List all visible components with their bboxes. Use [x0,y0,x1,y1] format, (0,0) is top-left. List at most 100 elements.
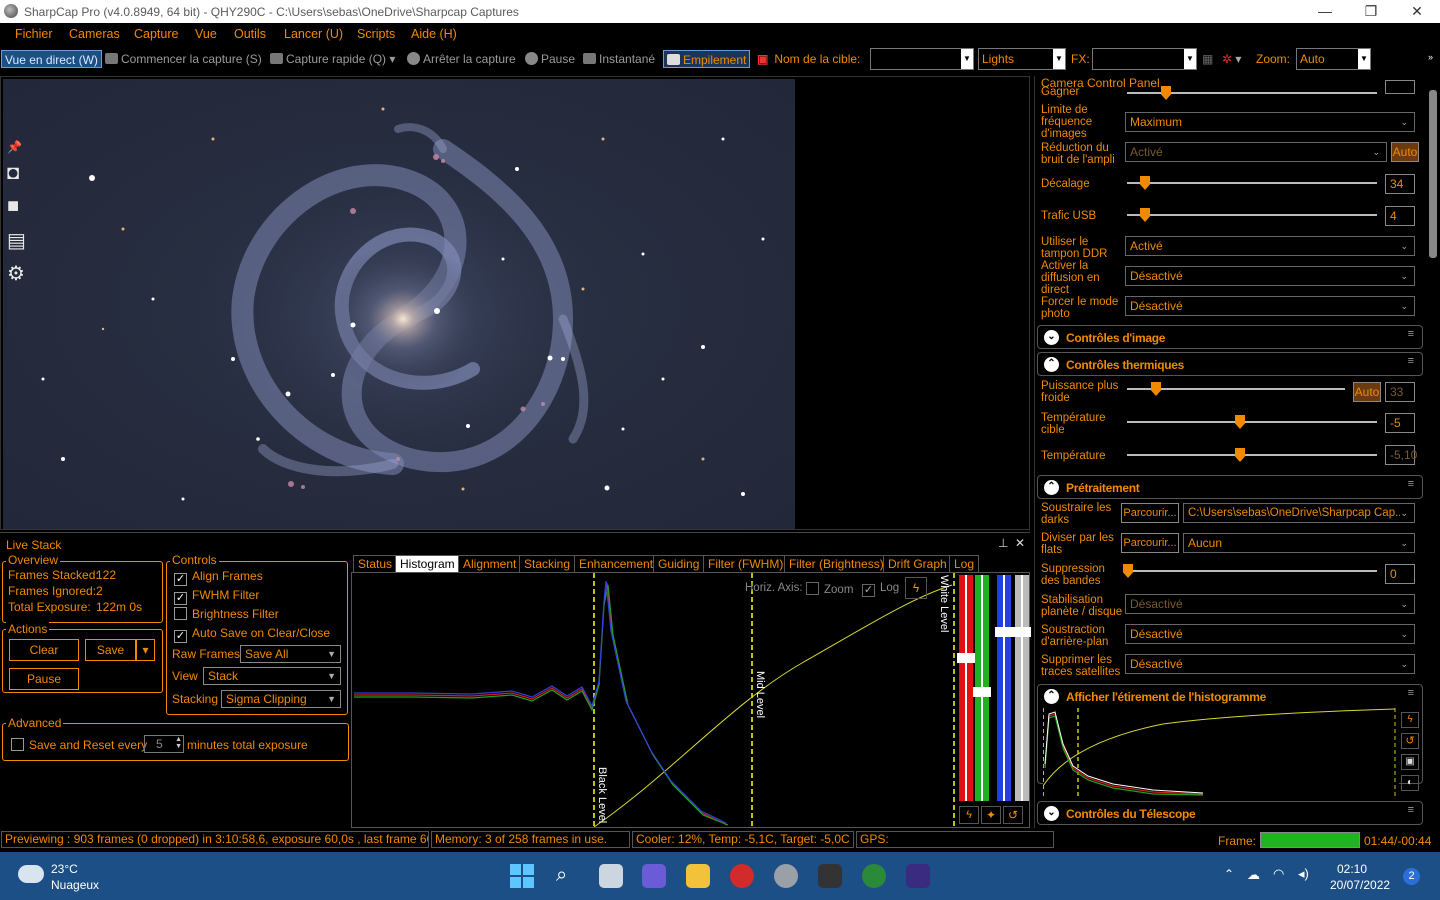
contrast-icon[interactable]: ◐ [1401,775,1419,791]
close-icon[interactable]: ✕ [1015,536,1025,550]
preprocessing-header[interactable]: ⌃ Prétraitement ≡ [1037,475,1423,499]
clock-date[interactable]: 20/07/2022 [1330,878,1390,892]
stellarium-icon[interactable] [906,864,930,888]
gallery-icon[interactable]: ▤ [7,228,26,253]
tab-log[interactable]: Log [949,555,980,572]
vivaldi-browser-icon[interactable] [730,864,754,888]
cooler-power-value[interactable]: 33 [1385,382,1415,402]
blue-slider-thumb[interactable] [995,627,1013,637]
stop-capture-button[interactable]: Arrêter la capture [407,50,516,68]
menu-aide[interactable]: Aide (H) [411,27,457,41]
red-slider-thumb[interactable] [957,653,975,663]
sparkle-icon[interactable]: ✦ [981,806,1001,824]
view-select[interactable]: Stack ▼ [203,667,341,685]
stacking-button[interactable]: Empilement [663,50,751,68]
green-slider-thumb[interactable] [973,687,991,697]
gray-slider-thumb[interactable] [1013,627,1031,637]
offset-slider[interactable] [1127,182,1377,184]
usb-traffic-value[interactable]: 4 [1385,206,1415,226]
stacking-select[interactable]: Sigma Clipping ▼ [221,690,341,708]
thermal-controls-header[interactable]: ⌃ Contrôles thermiques ≡ [1037,352,1423,376]
menu-icon[interactable]: ≡ [1408,805,1414,816]
guiding-app-icon[interactable] [862,864,886,888]
menu-icon[interactable]: ≡ [1408,688,1414,699]
target-temp-slider-thumb[interactable] [1235,415,1245,429]
auto-stretch-icon[interactable]: ϟ [1401,712,1419,728]
reset-icon[interactable]: ↺ [1401,733,1419,749]
menu-outils[interactable]: Outils [234,27,266,41]
menu-icon[interactable]: ≡ [1408,479,1414,490]
save-icon[interactable]: ▣ [1401,754,1419,770]
stepper-arrows-icon[interactable]: ▲ ▼ [175,736,182,750]
menu-scripts[interactable]: Scripts [357,27,395,41]
clear-button[interactable]: Clear [9,639,79,661]
background-subtraction-select[interactable]: Désactivé ⌄ [1125,624,1415,644]
auto-save-checkbox[interactable]: ✓ Auto Save on Clear/Close [174,626,330,643]
tab-filter-brightness[interactable]: Filter (Brightness) [784,555,889,572]
banding-slider-thumb[interactable] [1123,564,1133,578]
histogram-panel[interactable]: Horiz. Axis: Zoom ✓ Log ϟ Black Level Mid… [351,572,1031,828]
menu-capture[interactable]: Capture [134,27,178,41]
wifi-icon[interactable]: ◠ [1273,866,1284,882]
cooler-auto-button[interactable]: Auto [1353,382,1381,402]
stabilization-select[interactable]: Désactivé ⌄ [1125,594,1415,614]
photo-mode-select[interactable]: Désactivé ⌄ [1125,296,1415,316]
save-options-chevron-icon[interactable]: ▾ [136,639,155,661]
frame-type-select[interactable]: Lights ▼ [978,48,1066,70]
gain-value[interactable] [1385,80,1415,94]
pause-capture-button[interactable]: Pause [525,50,575,68]
tab-stacking[interactable]: Stacking [519,555,576,572]
auto-stretch-icon[interactable]: ϟ [959,806,979,824]
toolbar-overflow-icon[interactable]: » [1428,48,1433,66]
lightning-icon[interactable]: ϟ [905,577,927,599]
maximize-button[interactable]: ❐ [1348,0,1394,23]
teams-chat-icon[interactable] [642,864,666,888]
search-icon[interactable]: ⌕ [556,864,567,887]
tab-guiding[interactable]: Guiding [653,555,705,572]
notification-badge[interactable]: 2 [1403,868,1420,885]
amp-noise-auto-button[interactable]: Auto [1391,142,1419,162]
menu-cameras[interactable]: Cameras [69,27,120,41]
minutes-stepper[interactable]: 5 ▲ ▼ [144,735,184,753]
scrollbar-thumb[interactable] [1429,90,1437,258]
menu-icon[interactable]: ≡ [1408,356,1414,367]
telescope-controls-header[interactable]: ⌄ Contrôles du Télescope ≡ [1037,801,1423,825]
clock-time[interactable]: 02:10 [1337,862,1367,876]
banding-slider[interactable] [1127,570,1377,572]
frame-rate-select[interactable]: Maximum ⌄ [1125,112,1415,132]
satellite-select[interactable]: Désactivé ⌄ [1125,654,1415,674]
pause-stack-button[interactable]: Pause [9,668,79,690]
weather-text[interactable]: Nuageux [51,878,99,892]
usb-traffic-slider-thumb[interactable] [1140,208,1150,222]
flats-select[interactable]: Aucun ⌄ [1183,533,1415,553]
menu-vue[interactable]: Vue [195,27,217,41]
snapshot-button[interactable]: Instantané [583,50,655,68]
windows-start-icon[interactable] [510,864,534,888]
target-temp-slider[interactable] [1127,421,1377,423]
reset-icon[interactable]: ↺ [1003,806,1023,824]
camera-icon[interactable]: ◘ [7,162,19,185]
cloud-icon[interactable] [18,865,44,883]
task-view-icon[interactable] [599,864,623,888]
minimize-button[interactable]: — [1302,0,1348,23]
stretch-histogram-plot[interactable] [1042,706,1399,798]
banding-value[interactable]: 0 [1385,564,1415,584]
flats-browse-button[interactable]: Parcourir... [1121,533,1179,553]
save-reset-checkbox[interactable]: Save and Reset every [11,738,147,752]
video-icon[interactable]: ■ [7,195,19,218]
target-temp-value[interactable]: -5 [1385,413,1415,433]
pin-icon[interactable]: 📌 [7,140,22,154]
color-balance-sliders[interactable] [957,575,1031,805]
save-button[interactable]: Save [85,639,136,661]
zoom-checkbox[interactable]: Zoom [806,582,853,596]
amp-noise-select[interactable]: Activé ⌄ [1125,142,1387,162]
fx-select[interactable]: ▼ [1092,48,1197,70]
galaxy-app-icon[interactable] [818,864,842,888]
speaker-icon[interactable]: ◂) [1298,866,1309,882]
brightness-filter-checkbox[interactable]: Brightness Filter [174,607,279,621]
menu-icon[interactable]: ≡ [1408,329,1414,340]
live-broadcast-select[interactable]: Désactivé ⌄ [1125,266,1415,286]
tab-drift-graph[interactable]: Drift Graph [883,555,952,572]
tab-histogram[interactable]: Histogram [395,555,460,572]
fwhm-filter-checkbox[interactable]: ✓ FWHM Filter [174,588,259,605]
